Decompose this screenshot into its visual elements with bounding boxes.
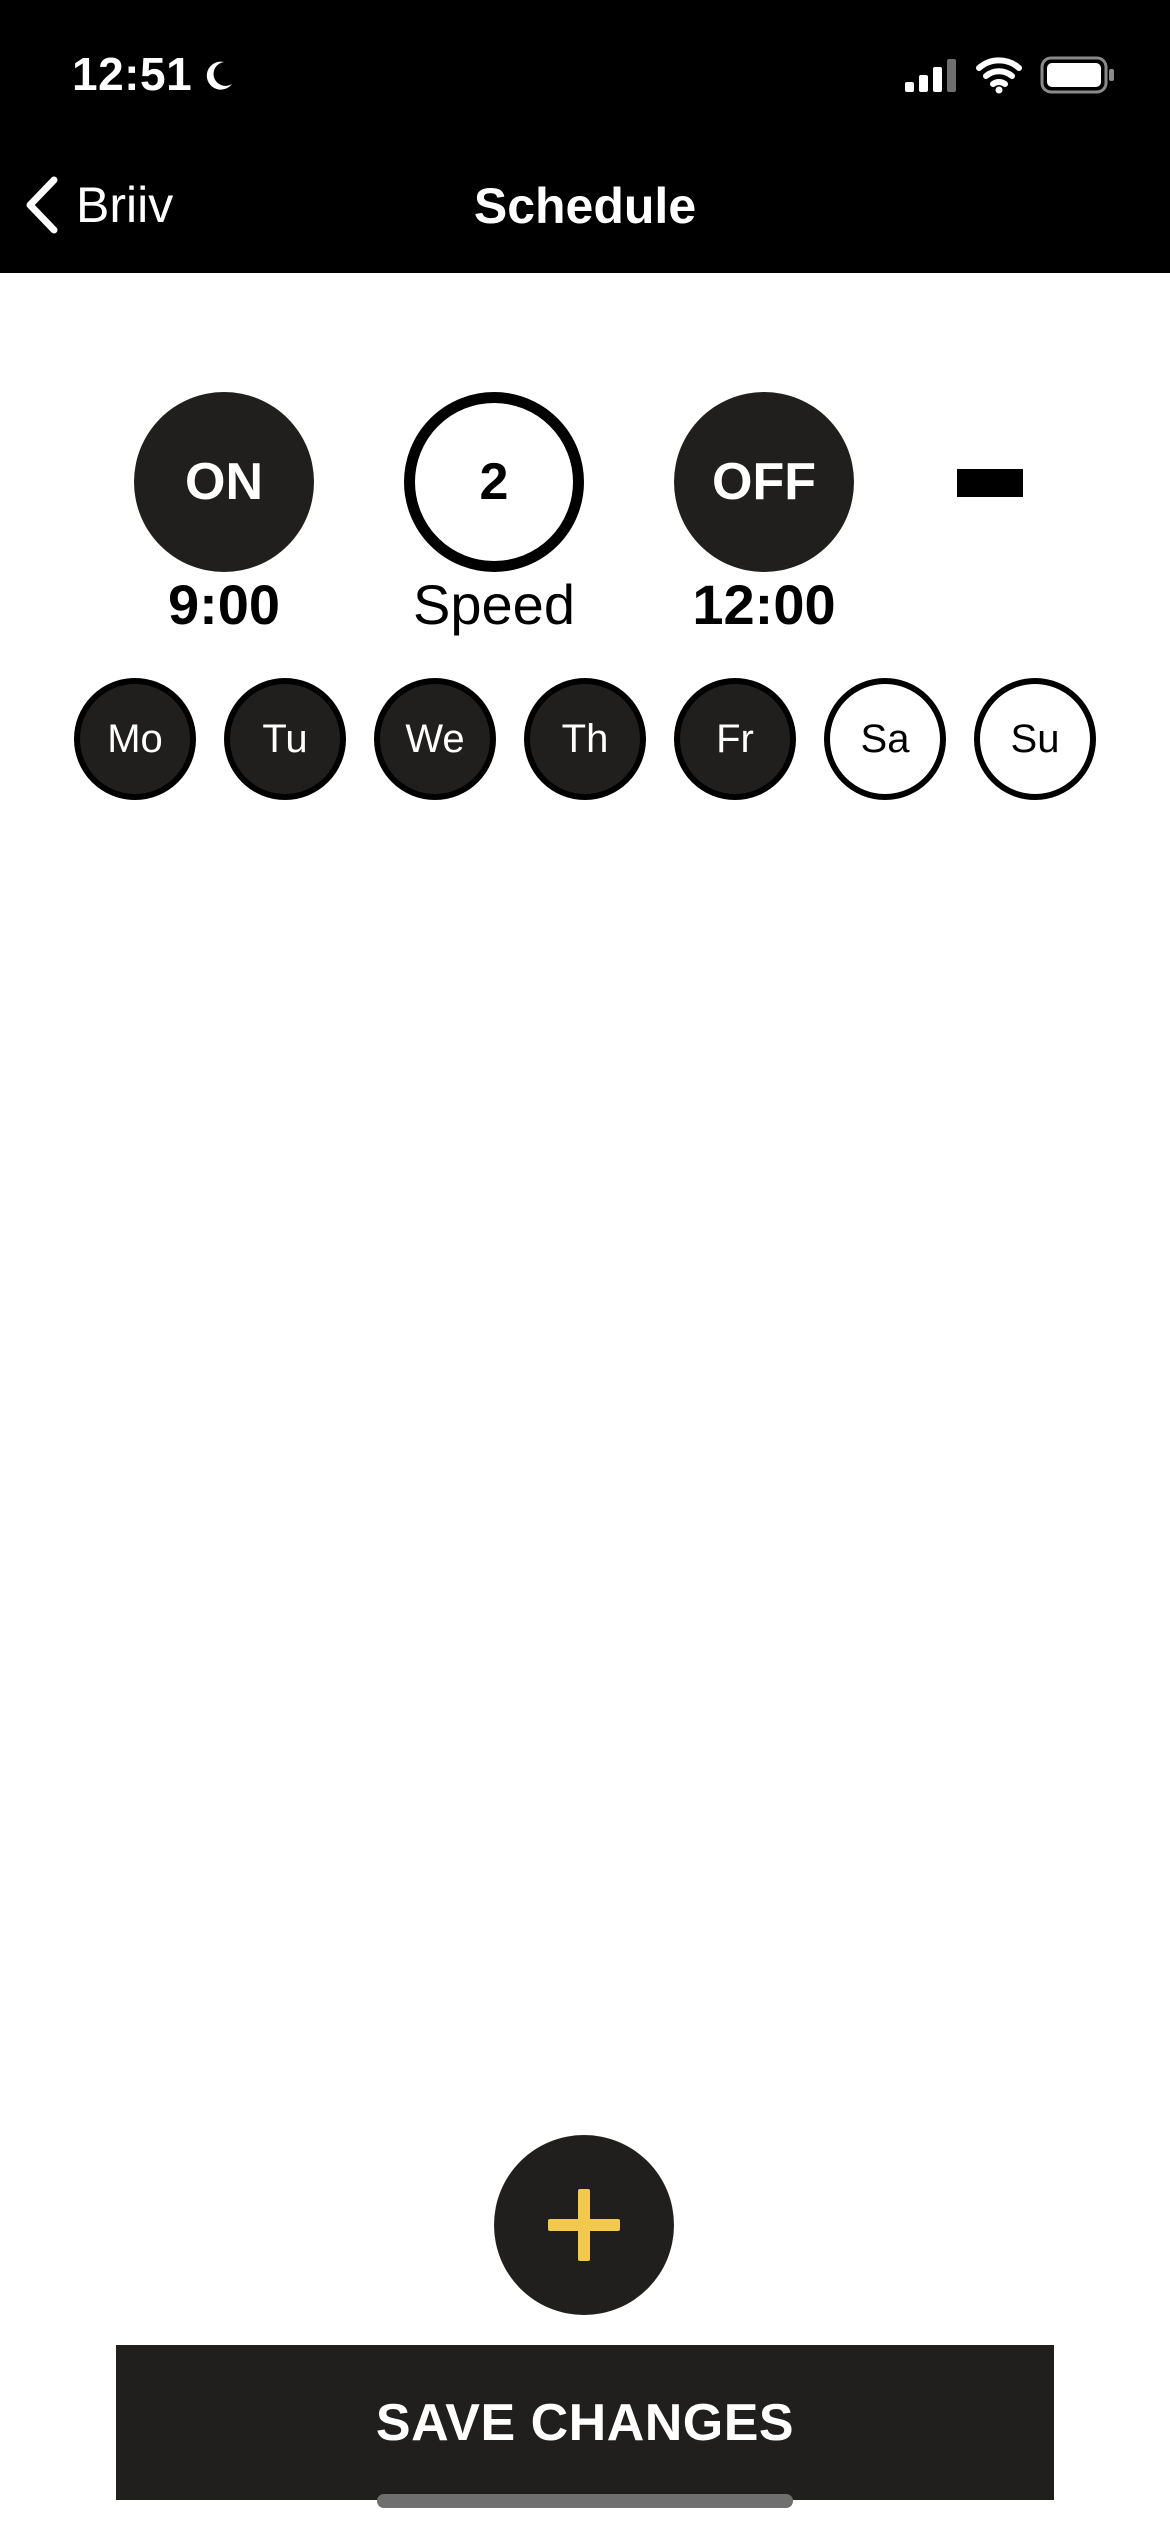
day-sunday[interactable]: Su (974, 678, 1096, 800)
back-label: Briiv (76, 177, 174, 233)
off-time[interactable]: 12:00 (644, 573, 884, 637)
day-wednesday[interactable]: We (374, 678, 496, 800)
header: 12:51 Briiv Schedule (0, 0, 1170, 273)
add-schedule-button[interactable] (494, 2135, 674, 2315)
chevron-left-icon (26, 176, 58, 234)
wifi-icon (976, 57, 1022, 94)
day-monday[interactable]: Mo (74, 678, 196, 800)
save-changes-button[interactable]: SAVE CHANGES (116, 2345, 1054, 2500)
battery-icon (1040, 56, 1114, 94)
on-time[interactable]: 9:00 (104, 573, 344, 637)
speed-button[interactable]: 2 (404, 392, 584, 572)
day-friday[interactable]: Fr (674, 678, 796, 800)
page-title: Schedule (473, 178, 697, 234)
speed-label: Speed (413, 573, 575, 636)
back-button[interactable]: Briiv (20, 170, 173, 240)
plus-icon (548, 2189, 620, 2261)
remove-schedule-button[interactable] (957, 469, 1023, 497)
schedule-screen: 12:51 Briiv Schedule ON 9:00 2 Speed OFF… (0, 0, 1170, 2532)
cellular-signal-icon (905, 59, 956, 92)
off-toggle-button[interactable]: OFF (674, 392, 854, 572)
moon-icon (206, 61, 232, 90)
on-toggle-button[interactable]: ON (134, 392, 314, 572)
day-saturday[interactable]: Sa (824, 678, 946, 800)
day-tuesday[interactable]: Tu (224, 678, 346, 800)
status-time: 12:51 (72, 48, 193, 100)
home-indicator (377, 2494, 793, 2508)
day-thursday[interactable]: Th (524, 678, 646, 800)
